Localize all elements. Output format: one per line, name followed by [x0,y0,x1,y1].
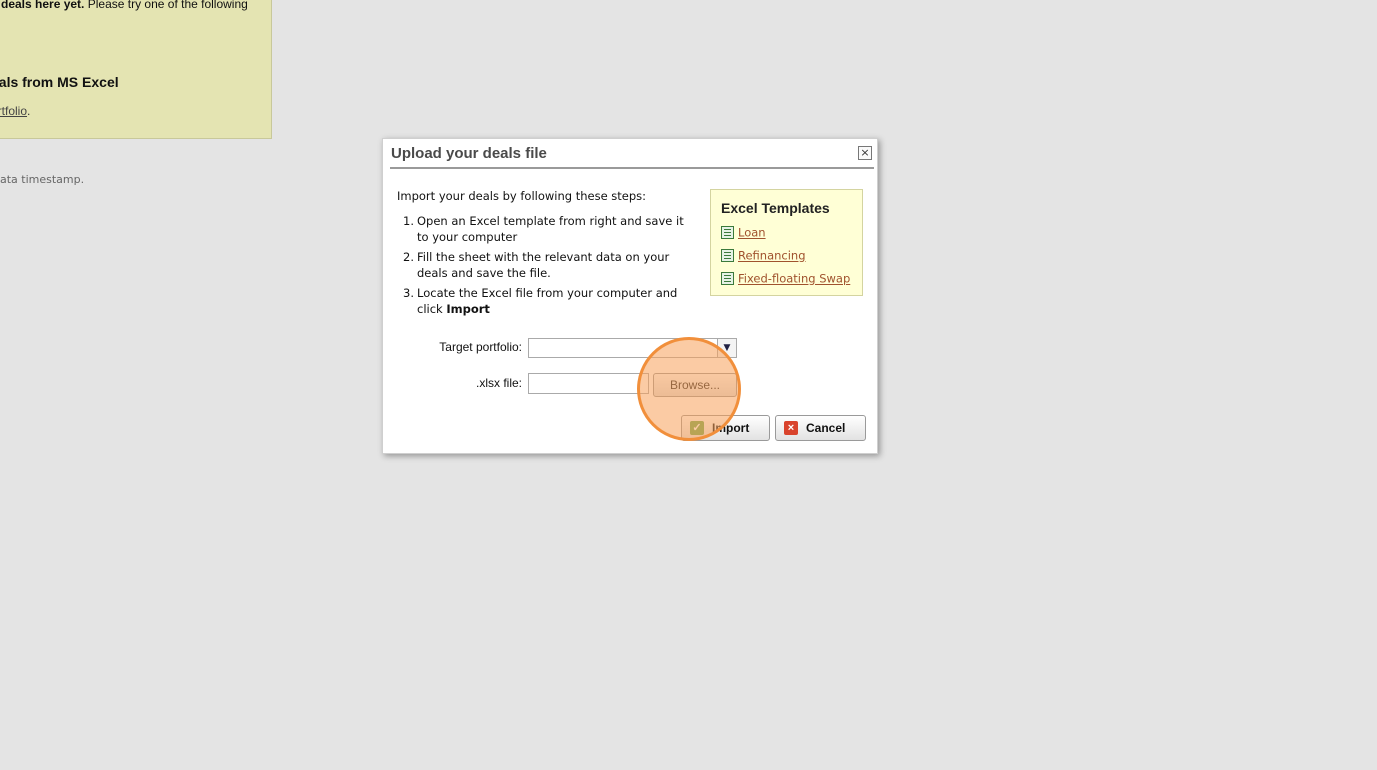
template-loan[interactable]: Loan [721,225,766,241]
instructions-steps: 1. Open an Excel template from right and… [397,213,697,321]
excel-file-icon [721,272,734,285]
template-link-loan[interactable]: Loan [738,226,766,240]
close-icon[interactable]: × [858,146,872,160]
xlsx-file-input[interactable] [528,373,649,394]
chevron-down-icon[interactable]: ▼ [717,339,736,357]
browse-button[interactable]: Browse... [653,373,737,397]
close-icon: × [784,421,798,435]
template-refinancing[interactable]: Refinancing [721,248,806,264]
dialog-header: Upload your deals file × [390,145,874,169]
template-link-fixed-floating-swap[interactable]: Fixed-floating Swap [738,272,850,286]
dialog-title: Upload your deals file [391,145,547,162]
target-portfolio-label: Target portfolio: [439,340,522,354]
xlsx-file-label: .xlsx file: [475,376,522,390]
upload-deals-dialog: Upload your deals file × Import your dea… [382,138,878,454]
templates-title: Excel Templates [721,200,830,216]
template-swap[interactable]: Fixed-floating Swap [721,271,850,287]
notice-text: e deals here yet. Please try one of the … [0,0,248,11]
empty-deals-notice-panel: e deals here yet. Please try one of the … [0,0,272,139]
target-portfolio-select[interactable]: ▼ [528,338,737,358]
import-excel-heading: eals from MS Excel [0,74,119,90]
checkmark-icon: ✓ [690,421,704,435]
step-item: 3. Locate the Excel file from your compu… [403,286,678,316]
portfolio-link-line: ortfolio. [0,104,30,118]
template-link-refinancing[interactable]: Refinancing [738,249,806,263]
data-timestamp-text: ata timestamp. [0,173,85,186]
excel-file-icon [721,249,734,262]
step-item: 1. Open an Excel template from right and… [403,214,684,244]
step-item: 2. Fill the sheet with the relevant data… [403,250,670,280]
excel-file-icon [721,226,734,239]
instructions-intro: Import your deals by following these ste… [397,189,647,203]
import-button[interactable]: ✓ Import [681,415,770,441]
excel-templates-box: Excel Templates Loan Refinancing Fixed-f… [710,189,863,296]
cancel-button[interactable]: × Cancel [775,415,866,441]
portfolio-link[interactable]: ortfolio [0,104,27,118]
